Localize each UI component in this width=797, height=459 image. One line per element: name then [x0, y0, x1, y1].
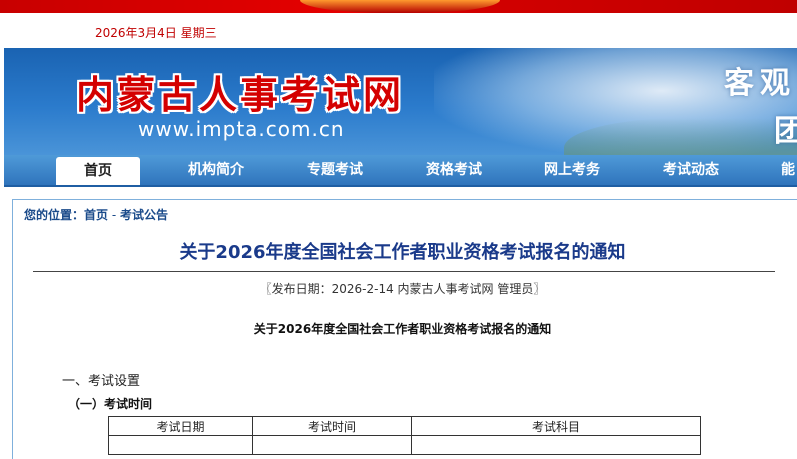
- main-navigation: 首页 机构简介 专题考试 资格考试 网上考务 考试动态 能: [4, 155, 797, 187]
- site-logo-title[interactable]: 内蒙古人事考试网: [76, 64, 404, 119]
- site-url: www.impta.com.cn: [138, 117, 345, 141]
- nav-about[interactable]: 机构简介: [174, 155, 258, 185]
- article-subtitle: 关于2026年度全国社会工作者职业资格考试报名的通知: [253, 322, 552, 336]
- table-header-row: 考试日期 考试时间 考试科目: [108, 416, 701, 436]
- section-heading: 一、考试设置: [62, 374, 141, 389]
- nav-online-affairs[interactable]: 网上考务: [530, 155, 614, 185]
- banner-slogan-line2: 团: [774, 114, 797, 149]
- title-divider: [33, 271, 775, 272]
- table-cell: [108, 435, 253, 455]
- exam-schedule-table: 考试日期 考试时间 考试科目: [108, 416, 701, 455]
- table-header-cell: 考试科目: [411, 416, 701, 436]
- site-banner: 内蒙古人事考试网 www.impta.com.cn 客观 团: [4, 48, 797, 155]
- table-cell: [252, 435, 412, 455]
- nav-home[interactable]: 首页: [56, 157, 140, 185]
- breadcrumb-separator: -: [108, 208, 120, 222]
- breadcrumb-current-link[interactable]: 考试公告: [120, 208, 168, 222]
- nav-more[interactable]: 能: [768, 155, 797, 185]
- table-header-cell: 考试时间: [252, 416, 412, 436]
- lantern-ornament: [300, 0, 500, 13]
- subsection-heading: （一）考试时间: [68, 397, 153, 411]
- publish-info: 〖发布日期：2026-2-14 内蒙古人事考试网 管理员〗: [259, 282, 546, 296]
- nav-qualification-exams[interactable]: 资格考试: [412, 155, 496, 185]
- banner-slogan: 客观: [724, 66, 796, 101]
- breadcrumb-home-link[interactable]: 首页: [84, 208, 108, 222]
- nav-special-exams[interactable]: 专题考试: [293, 155, 377, 185]
- table-cell: [411, 435, 701, 455]
- top-decoration-strip: [0, 0, 797, 13]
- article-title: 关于2026年度全国社会工作者职业资格考试报名的通知: [179, 242, 626, 263]
- breadcrumb: 您的位置：首页 - 考试公告: [24, 206, 168, 223]
- current-date: 2026年3月4日 星期三: [95, 26, 217, 40]
- table-row: [108, 435, 701, 455]
- table-header-cell: 考试日期: [108, 416, 253, 436]
- nav-exam-news[interactable]: 考试动态: [649, 155, 733, 185]
- breadcrumb-prefix: 您的位置：: [24, 208, 85, 222]
